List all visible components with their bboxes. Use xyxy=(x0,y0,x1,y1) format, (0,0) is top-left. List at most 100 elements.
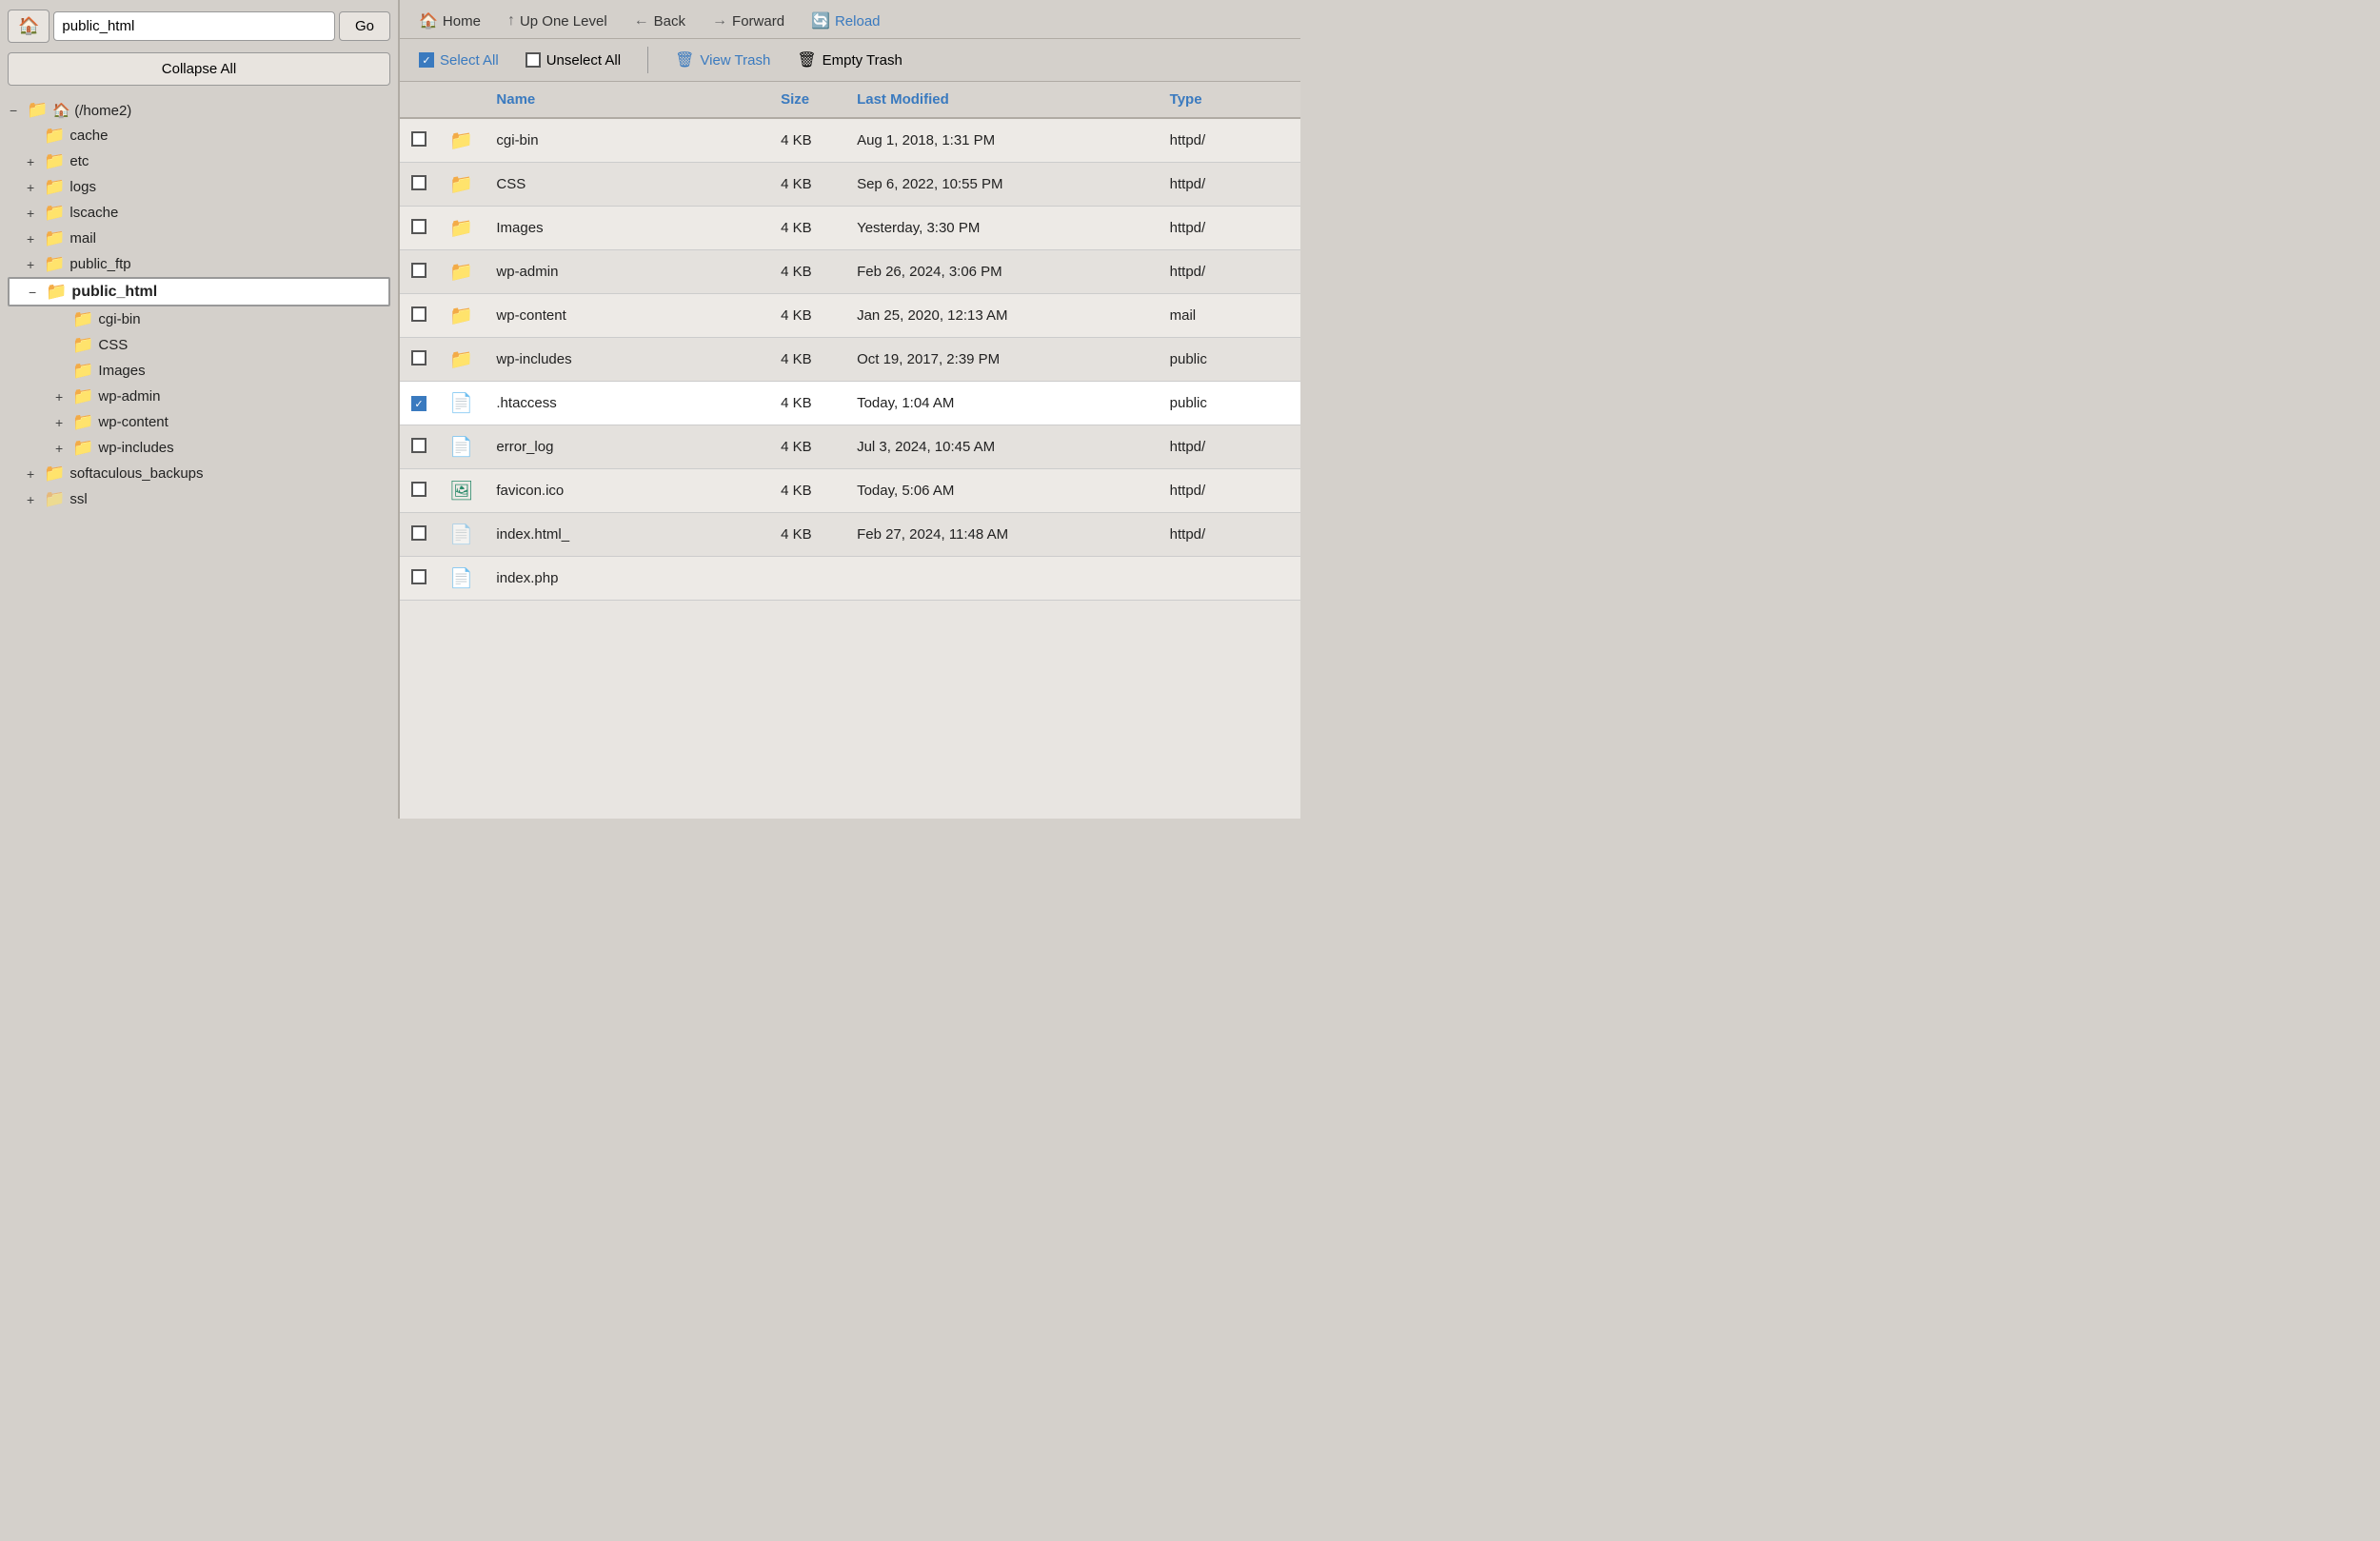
folder-icon: 📁 xyxy=(44,254,65,274)
row-checkbox[interactable]: ✓ xyxy=(411,396,426,411)
row-name[interactable]: wp-content xyxy=(485,294,769,338)
row-checkbox[interactable] xyxy=(411,131,426,147)
table-row[interactable]: 📁 Images 4 KB Yesterday, 3:30 PM httpd/ xyxy=(400,207,1300,250)
row-checkbox[interactable] xyxy=(411,482,426,497)
row-checkbox-cell[interactable] xyxy=(400,294,438,338)
row-checkbox[interactable] xyxy=(411,263,426,278)
row-checkbox[interactable] xyxy=(411,525,426,541)
row-name[interactable]: favicon.ico xyxy=(485,469,769,513)
forward-button[interactable]: → Forward xyxy=(708,10,788,31)
row-checkbox-cell[interactable] xyxy=(400,469,438,513)
folder-icon: 📁 xyxy=(449,130,473,151)
toggle-icon: + xyxy=(55,415,72,430)
table-row[interactable]: ✓ 📄 .htaccess 4 KB Today, 1:04 AM public xyxy=(400,382,1300,425)
tree-item-logs[interactable]: + 📁 logs xyxy=(8,174,390,200)
tree-item-mail[interactable]: + 📁 mail xyxy=(8,226,390,251)
table-row[interactable]: 📁 cgi-bin 4 KB Aug 1, 2018, 1:31 PM http… xyxy=(400,118,1300,163)
row-name[interactable]: error_log xyxy=(485,425,769,469)
row-name[interactable]: index.html_ xyxy=(485,513,769,557)
table-row[interactable]: 📁 CSS 4 KB Sep 6, 2022, 10:55 PM httpd/ xyxy=(400,163,1300,207)
tree-label: Images xyxy=(98,363,145,379)
tree-item-css-sub[interactable]: 📁 CSS xyxy=(8,332,390,358)
table-row[interactable]: 📁 wp-includes 4 KB Oct 19, 2017, 2:39 PM… xyxy=(400,338,1300,382)
tree-item-images-sub[interactable]: 📁 Images xyxy=(8,358,390,384)
tree-item-etc[interactable]: + 📁 etc xyxy=(8,148,390,174)
reload-button[interactable]: 🔄 Reload xyxy=(807,10,883,32)
go-button[interactable]: Go xyxy=(339,11,390,41)
col-size[interactable]: Size xyxy=(769,82,845,118)
row-checkbox-cell[interactable] xyxy=(400,338,438,382)
folder-icon: 📁 xyxy=(72,438,93,458)
home-nav-button[interactable]: 🏠 Home xyxy=(415,10,485,32)
home-button[interactable]: 🏠 xyxy=(8,10,50,43)
table-row[interactable]: 📄 index.html_ 4 KB Feb 27, 2024, 11:48 A… xyxy=(400,513,1300,557)
folder-icon: 📁 xyxy=(72,309,93,329)
unselect-all-label: Unselect All xyxy=(546,52,621,69)
row-type: httpd/ xyxy=(1159,207,1300,250)
col-modified[interactable]: Last Modified xyxy=(845,82,1159,118)
row-checkbox[interactable] xyxy=(411,306,426,322)
row-name[interactable]: wp-includes xyxy=(485,338,769,382)
col-name[interactable]: Name xyxy=(485,82,769,118)
row-name[interactable]: Images xyxy=(485,207,769,250)
row-checkbox-cell[interactable]: ✓ xyxy=(400,382,438,425)
path-input[interactable] xyxy=(53,11,335,41)
back-button[interactable]: ← Back xyxy=(630,10,689,31)
table-row[interactable]: 📁 wp-content 4 KB Jan 25, 2020, 12:13 AM… xyxy=(400,294,1300,338)
tree-label: wp-content xyxy=(98,414,168,430)
unselect-all-button[interactable]: Unselect All xyxy=(522,50,625,70)
tree-label: ssl xyxy=(69,491,87,507)
row-name[interactable]: .htaccess xyxy=(485,382,769,425)
row-icon-cell: 📁 xyxy=(438,207,485,250)
row-checkbox[interactable] xyxy=(411,219,426,234)
doc-dark-icon: 📄 xyxy=(449,437,473,458)
tree-item-cache[interactable]: 📁 cache xyxy=(8,123,390,148)
row-checkbox-cell[interactable] xyxy=(400,425,438,469)
row-checkbox[interactable] xyxy=(411,569,426,584)
row-size xyxy=(769,557,845,601)
tree-item-home2[interactable]: − 📁 🏠 (/home2) xyxy=(8,97,390,123)
row-checkbox-cell[interactable] xyxy=(400,250,438,294)
row-icon-cell: 📁 xyxy=(438,118,485,163)
tree-item-lscache[interactable]: + 📁 lscache xyxy=(8,200,390,226)
row-checkbox-cell[interactable] xyxy=(400,557,438,601)
row-checkbox[interactable] xyxy=(411,350,426,365)
row-checkbox[interactable] xyxy=(411,175,426,190)
row-checkbox-cell[interactable] xyxy=(400,513,438,557)
view-trash-button[interactable]: 🗑 View Trash xyxy=(671,49,774,71)
row-checkbox[interactable] xyxy=(411,438,426,453)
up-one-level-button[interactable]: ↑ Up One Level xyxy=(504,10,611,31)
row-checkbox-cell[interactable] xyxy=(400,118,438,163)
row-name[interactable]: wp-admin xyxy=(485,250,769,294)
collapse-all-button[interactable]: Collapse All xyxy=(8,52,390,86)
row-checkbox-cell[interactable] xyxy=(400,207,438,250)
row-size: 4 KB xyxy=(769,469,845,513)
row-name[interactable]: cgi-bin xyxy=(485,118,769,163)
action-bar: ✓ Select All Unselect All 🗑 View Trash 🗑… xyxy=(400,39,1300,82)
tree-item-wp-includes-sub[interactable]: + 📁 wp-includes xyxy=(8,435,390,461)
row-name[interactable]: CSS xyxy=(485,163,769,207)
select-all-button[interactable]: ✓ Select All xyxy=(415,50,503,70)
tree-item-softaculous[interactable]: + 📁 softaculous_backups xyxy=(8,461,390,486)
tree-item-public-ftp[interactable]: + 📁 public_ftp xyxy=(8,251,390,277)
tree-item-wp-admin-sub[interactable]: + 📁 wp-admin xyxy=(8,384,390,409)
table-row[interactable]: 📁 wp-admin 4 KB Feb 26, 2024, 3:06 PM ht… xyxy=(400,250,1300,294)
col-type[interactable]: Type xyxy=(1159,82,1300,118)
toggle-icon: + xyxy=(27,206,44,221)
tree-item-ssl[interactable]: + 📁 ssl xyxy=(8,486,390,512)
tree-item-public-html[interactable]: − 📁 public_html xyxy=(8,277,390,306)
table-row[interactable]: 📄 error_log 4 KB Jul 3, 2024, 10:45 AM h… xyxy=(400,425,1300,469)
row-name[interactable]: index.php xyxy=(485,557,769,601)
row-size: 4 KB xyxy=(769,118,845,163)
folder-icon: 📁 xyxy=(44,177,65,197)
tree-item-wp-content-sub[interactable]: + 📁 wp-content xyxy=(8,409,390,435)
row-size: 4 KB xyxy=(769,163,845,207)
empty-trash-button[interactable]: 🗑 Empty Trash xyxy=(793,49,906,71)
table-row[interactable]: 🖼 favicon.ico 4 KB Today, 5:06 AM httpd/ xyxy=(400,469,1300,513)
file-tree: − 📁 🏠 (/home2) 📁 cache + 📁 etc + 📁 logs … xyxy=(8,97,390,809)
tree-label: public_html xyxy=(71,284,157,301)
faded-icon: 📄 xyxy=(449,524,473,545)
table-row[interactable]: 📄 index.php xyxy=(400,557,1300,601)
tree-item-cgi-bin-sub[interactable]: 📁 cgi-bin xyxy=(8,306,390,332)
row-checkbox-cell[interactable] xyxy=(400,163,438,207)
